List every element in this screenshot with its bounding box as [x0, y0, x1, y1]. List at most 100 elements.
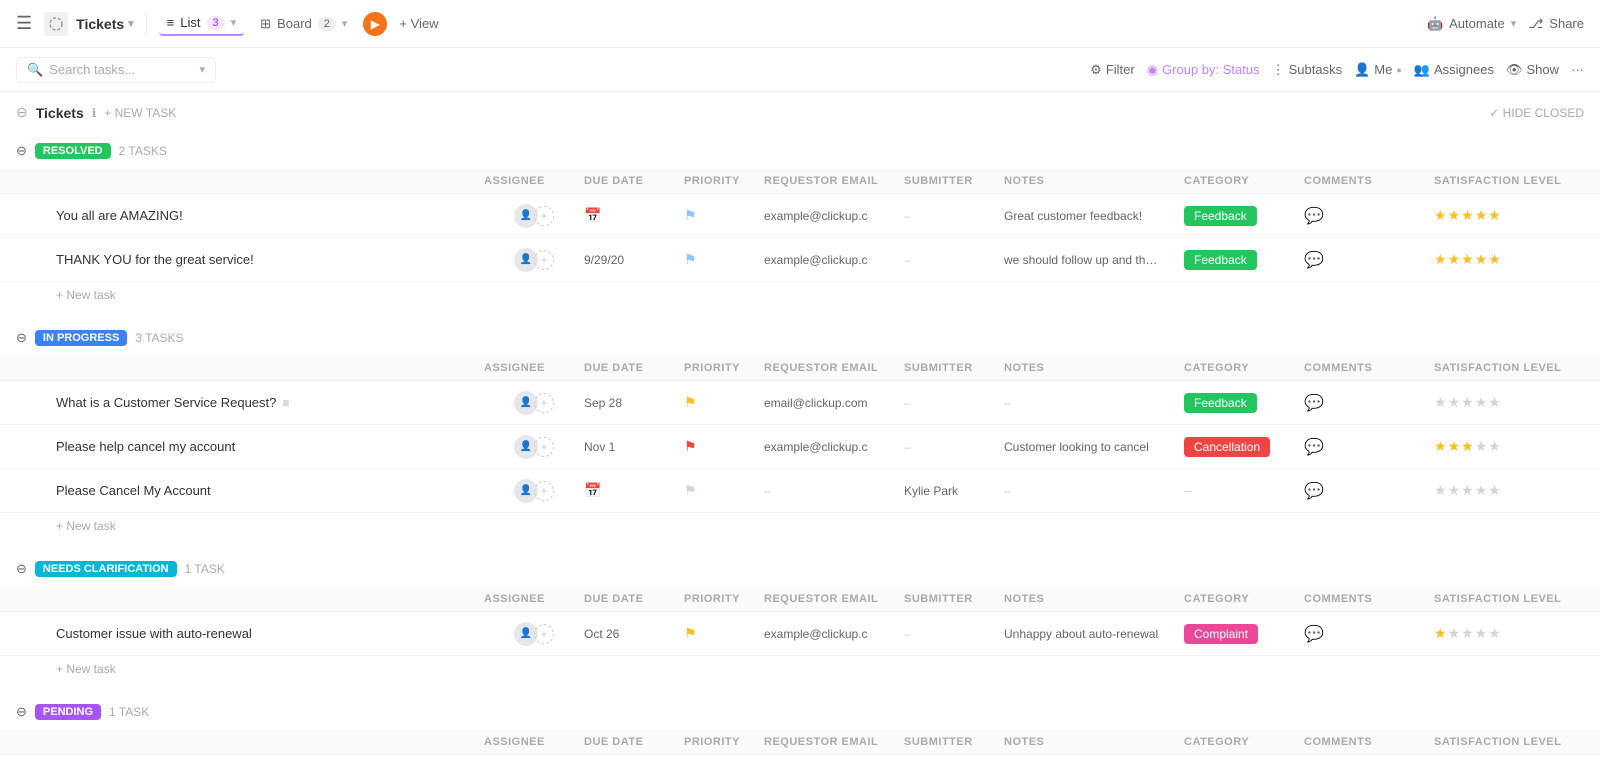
- priority-cell[interactable]: ⚑: [684, 207, 764, 224]
- task-name[interactable]: Please help cancel my account: [56, 439, 484, 454]
- nav-divider: [146, 14, 147, 34]
- pending-toggle[interactable]: ⊖: [16, 704, 27, 720]
- new-task-link-inprogress[interactable]: + New task: [0, 513, 1600, 539]
- add-assignee-button[interactable]: +: [534, 437, 554, 457]
- comments-cell[interactable]: 💬: [1304, 250, 1434, 270]
- requestor-email-cell: –: [764, 484, 904, 498]
- add-view-button[interactable]: + View: [399, 16, 438, 31]
- star-3: ★: [1461, 207, 1474, 224]
- category-cell[interactable]: Feedback: [1184, 206, 1304, 226]
- add-assignee-button[interactable]: +: [534, 250, 554, 270]
- due-date-cell[interactable]: 📅: [584, 482, 684, 499]
- comment-icon: 💬: [1304, 483, 1324, 500]
- star-5: ★: [1488, 625, 1501, 642]
- tickets-toggle-icon[interactable]: ⊖: [16, 104, 28, 121]
- star-4: ★: [1475, 438, 1488, 455]
- group-by-button[interactable]: ◉ Group by: Status: [1147, 62, 1260, 78]
- share-button[interactable]: ⎇ Share: [1528, 16, 1584, 32]
- task-name[interactable]: Please Cancel My Account: [56, 483, 484, 498]
- notes-cell: –: [1004, 396, 1164, 410]
- app-title[interactable]: Tickets ▾: [76, 16, 134, 32]
- satisfaction-cell: ★ ★ ★ ★ ★: [1434, 482, 1584, 499]
- hide-closed-button[interactable]: ✓ HIDE CLOSED: [1489, 106, 1584, 120]
- due-date-cell[interactable]: Oct 26: [584, 627, 684, 641]
- inprogress-section-header: ⊖ IN PROGRESS 3 TASKS: [0, 320, 1600, 356]
- pending-col-headers: ASSIGNEE DUE DATE PRIORITY REQUESTOR EMA…: [0, 730, 1600, 755]
- tab-board[interactable]: ⊞ Board 2 ▾: [252, 12, 355, 36]
- table-row: What is a Customer Service Request? ≡ 👤 …: [0, 381, 1600, 425]
- satisfaction-cell: ★ ★ ★ ★ ★: [1434, 251, 1584, 268]
- comments-cell[interactable]: 💬: [1304, 624, 1434, 644]
- needs-clarification-col-headers: ASSIGNEE DUE DATE PRIORITY REQUESTOR EMA…: [0, 587, 1600, 612]
- inprogress-toggle[interactable]: ⊖: [16, 330, 27, 346]
- assignees-button[interactable]: 👥 Assignees: [1414, 62, 1494, 78]
- add-assignee-button[interactable]: +: [534, 393, 554, 413]
- star-3: ★: [1461, 625, 1474, 642]
- more-options-button[interactable]: ···: [1571, 62, 1584, 77]
- needs-clarification-toggle[interactable]: ⊖: [16, 561, 27, 577]
- add-assignee-button[interactable]: +: [534, 481, 554, 501]
- new-task-link-needs-clarification[interactable]: + New task: [0, 656, 1600, 682]
- priority-flag: ⚑: [684, 482, 697, 498]
- subtasks-button[interactable]: ⋮ Subtasks: [1272, 62, 1342, 78]
- section-inprogress: ⊖ IN PROGRESS 3 TASKS ASSIGNEE DUE DATE …: [0, 320, 1600, 551]
- star-5: ★: [1488, 438, 1501, 455]
- comment-icon: 💬: [1304, 208, 1324, 225]
- table-row: Customer issue with auto-renewal 👤 + Oct…: [0, 612, 1600, 656]
- category-cell[interactable]: Feedback: [1184, 393, 1304, 413]
- comments-cell[interactable]: 💬: [1304, 393, 1434, 413]
- requestor-email-cell: example@clickup.c: [764, 253, 904, 267]
- tab-list[interactable]: ≡ List 3 ▾: [159, 11, 244, 36]
- new-task-link-resolved[interactable]: + New task: [0, 282, 1600, 308]
- pending-count: 1 TASK: [109, 705, 149, 719]
- automate-button[interactable]: 🤖 Automate ▾: [1427, 16, 1516, 32]
- add-assignee-button[interactable]: +: [534, 624, 554, 644]
- needs-clarification-count: 1 TASK: [185, 562, 225, 576]
- filter-button[interactable]: ⚙ Filter: [1090, 62, 1135, 78]
- star-4: ★: [1475, 625, 1488, 642]
- comments-cell[interactable]: 💬: [1304, 437, 1434, 457]
- due-date-cell[interactable]: 9/29/20: [584, 253, 684, 267]
- category-cell[interactable]: Complaint: [1184, 624, 1304, 644]
- task-name[interactable]: THANK YOU for the great service!: [56, 252, 484, 267]
- search-dropdown-icon[interactable]: ▾: [199, 63, 205, 76]
- priority-cell[interactable]: ⚑: [684, 625, 764, 642]
- priority-cell[interactable]: ⚑: [684, 438, 764, 455]
- resolved-toggle[interactable]: ⊖: [16, 143, 27, 159]
- due-date-cell[interactable]: 📅: [584, 207, 684, 224]
- task-menu-icon[interactable]: ≡: [282, 396, 289, 410]
- show-button[interactable]: 👁 Show: [1506, 62, 1559, 78]
- notes-cell: Great customer feedback!: [1004, 209, 1164, 223]
- due-date-cell[interactable]: Nov 1: [584, 440, 684, 454]
- priority-cell[interactable]: ⚑: [684, 482, 764, 499]
- task-name[interactable]: You all are AMAZING!: [56, 208, 484, 223]
- priority-cell[interactable]: ⚑: [684, 394, 764, 411]
- resolved-badge: RESOLVED: [35, 143, 111, 159]
- inprogress-col-headers: ASSIGNEE DUE DATE PRIORITY REQUESTOR EMA…: [0, 356, 1600, 381]
- resolved-count: 2 TASKS: [119, 144, 167, 158]
- col-notes: NOTES: [1004, 175, 1184, 187]
- assignee-cell: 👤 +: [484, 479, 584, 503]
- me-button[interactable]: 👤 Me ●: [1354, 62, 1402, 78]
- comments-cell[interactable]: 💬: [1304, 481, 1434, 501]
- add-assignee-button[interactable]: +: [534, 206, 554, 226]
- star-1: ★: [1434, 251, 1447, 268]
- task-name[interactable]: Customer issue with auto-renewal: [56, 626, 484, 641]
- star-1: ★: [1434, 438, 1447, 455]
- star-1: ★: [1434, 207, 1447, 224]
- notes-cell: Customer looking to cancel: [1004, 440, 1164, 454]
- assignee-cell: 👤 +: [484, 204, 584, 228]
- top-nav: ☰ Tickets ▾ ≡ List 3 ▾ ⊞ Board 2 ▾ ▶ + V…: [0, 0, 1600, 48]
- search-box[interactable]: 🔍 Search tasks... ▾: [16, 57, 216, 83]
- star-3: ★: [1461, 394, 1474, 411]
- due-date-cell[interactable]: Sep 28: [584, 396, 684, 410]
- task-name[interactable]: What is a Customer Service Request? ≡: [56, 395, 484, 410]
- priority-cell[interactable]: ⚑: [684, 251, 764, 268]
- info-icon[interactable]: ℹ: [92, 106, 97, 120]
- comments-cell[interactable]: 💬: [1304, 206, 1434, 226]
- menu-icon[interactable]: ☰: [16, 13, 32, 34]
- category-cell[interactable]: Cancellation: [1184, 437, 1304, 457]
- new-task-button[interactable]: + NEW TASK: [104, 106, 176, 120]
- category-cell[interactable]: Feedback: [1184, 250, 1304, 270]
- progress-icon[interactable]: ▶: [363, 12, 387, 36]
